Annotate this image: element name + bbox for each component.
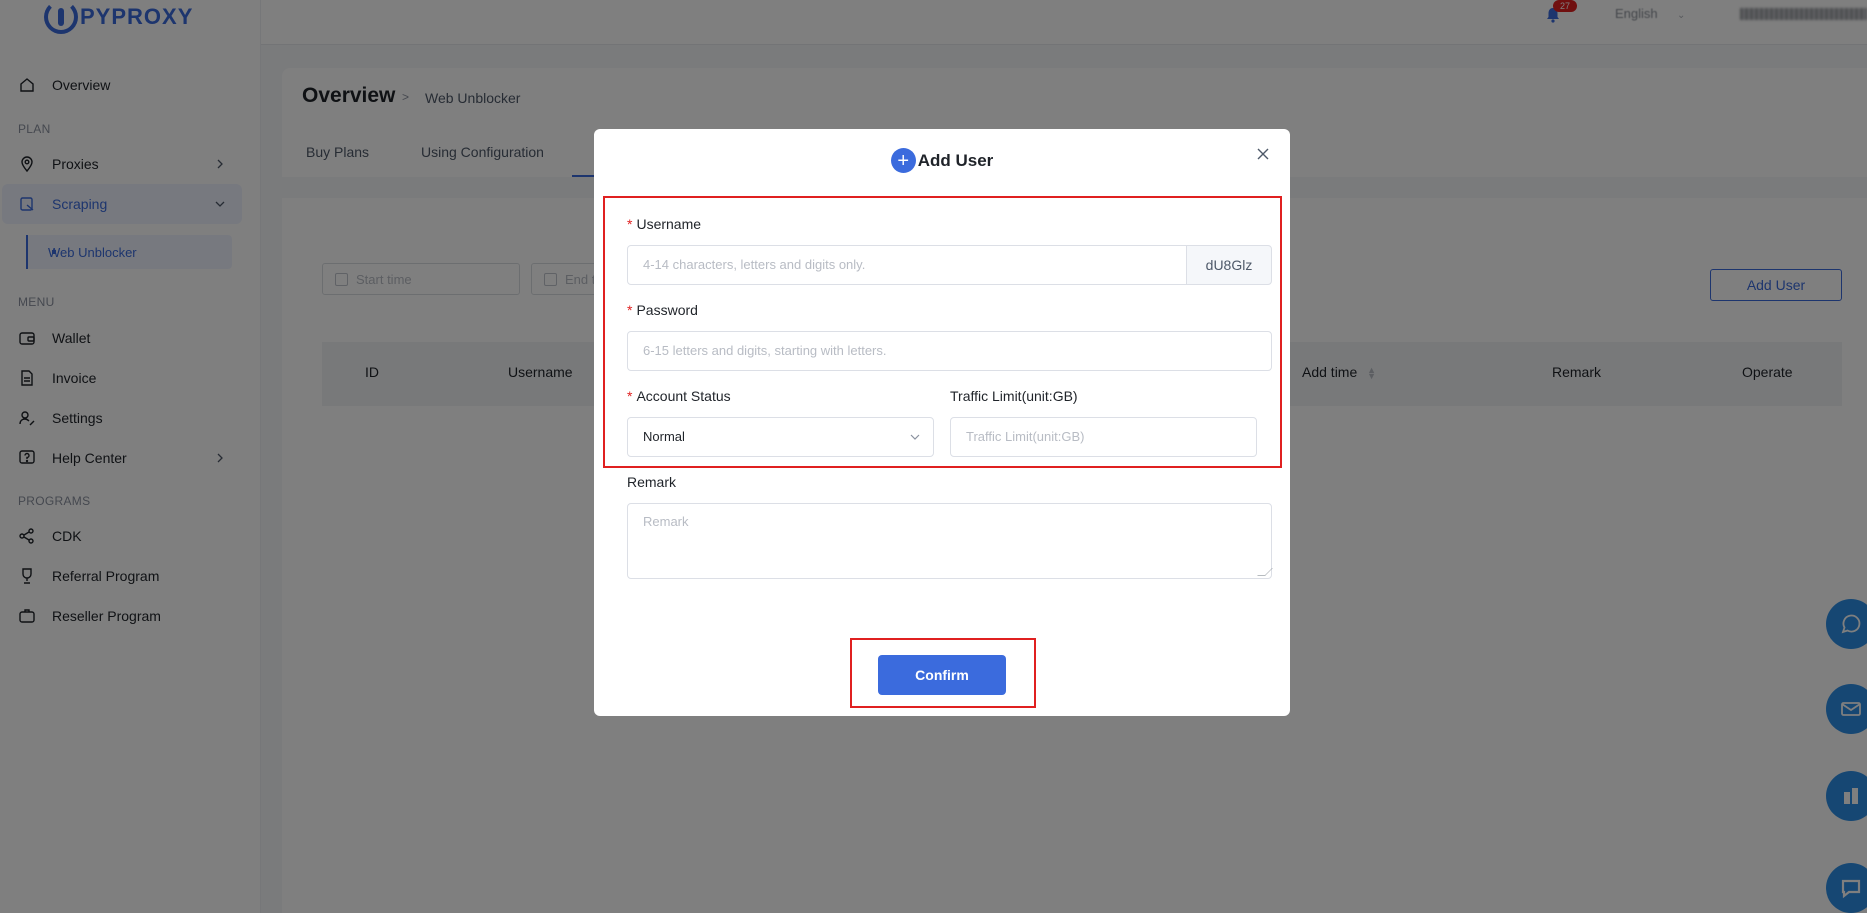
- confirm-highlight-box: [850, 638, 1036, 708]
- dialog-title-text: Add User: [917, 150, 994, 170]
- plus-icon: +: [890, 148, 916, 173]
- form-highlight-box: [603, 196, 1282, 468]
- dialog-title: + Add User: [594, 148, 1290, 173]
- remark-textarea[interactable]: Remark: [627, 503, 1273, 579]
- remark-label: Remark: [627, 474, 677, 490]
- resize-handle-icon[interactable]: [1257, 568, 1273, 576]
- close-icon[interactable]: [1256, 147, 1270, 161]
- remark-placeholder: Remark: [643, 514, 689, 529]
